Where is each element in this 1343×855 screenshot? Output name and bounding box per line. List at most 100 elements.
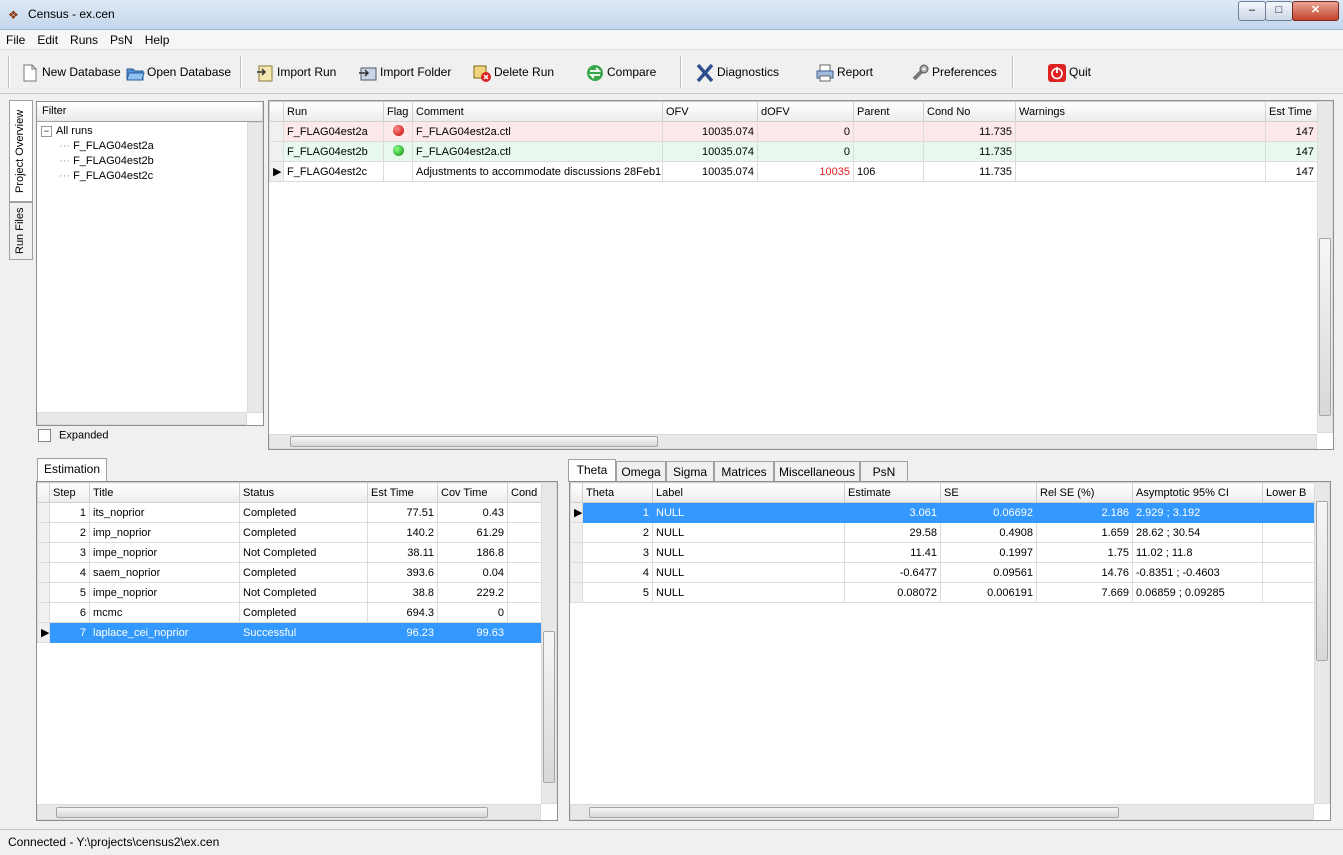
table-row[interactable]: 4 saem_noprior Completed 393.6 0.04 <box>37 562 542 583</box>
tab-estimation[interactable]: Estimation <box>37 458 107 481</box>
col-cond-no[interactable]: Cond No <box>923 101 1016 122</box>
cell-status: Completed <box>239 602 368 623</box>
menu-runs[interactable]: Runs <box>64 30 104 50</box>
tab-miscellaneous[interactable]: Miscellaneous <box>774 461 860 482</box>
toolbar: New Database Open Database Import Run Im… <box>0 50 1343 94</box>
col-estimate[interactable]: Estimate <box>844 482 941 503</box>
estimation-vscroll[interactable] <box>541 482 557 804</box>
diagnostics-button[interactable]: Diagnostics <box>695 60 779 84</box>
table-row[interactable]: 5 impe_noprior Not Completed 38.8 229.2 <box>37 582 542 603</box>
table-row[interactable]: 2 NULL 29.58 0.4908 1.659 28.62 ; 30.54 <box>570 522 1315 543</box>
tab-run-files[interactable]: Run Files <box>9 202 33 260</box>
col-est-time[interactable]: Est Time <box>1265 101 1318 122</box>
runs-vscroll-thumb[interactable] <box>1319 238 1331 416</box>
preferences-button[interactable]: Preferences <box>910 60 997 84</box>
tab-omega[interactable]: Omega <box>616 461 666 482</box>
col-theta[interactable]: Theta <box>582 482 653 503</box>
tab-psn[interactable]: PsN <box>860 461 908 482</box>
cell-ofv: 10035.074 <box>662 161 758 182</box>
table-row[interactable]: 2 imp_noprior Completed 140.2 61.29 <box>37 522 542 543</box>
new-database-button[interactable]: New Database <box>20 60 121 84</box>
estimation-vscroll-thumb[interactable] <box>543 631 555 783</box>
import-run-button[interactable]: Import Run <box>255 60 336 84</box>
theta-hscroll[interactable] <box>570 804 1314 820</box>
col-se[interactable]: SE <box>940 482 1037 503</box>
table-row[interactable]: 5 NULL 0.08072 0.006191 7.669 0.06859 ; 0.092… <box>570 582 1315 603</box>
parameter-panel: Theta Label Estimate SE Rel SE (%) Asymp… <box>569 481 1331 821</box>
cell-title: imp_noprior <box>89 522 240 543</box>
theta-vscroll-thumb[interactable] <box>1316 501 1328 661</box>
runs-hscroll[interactable] <box>269 434 1317 449</box>
tab-matrices[interactable]: Matrices <box>714 461 774 482</box>
estimation-hscroll[interactable] <box>37 804 541 820</box>
table-row-selected[interactable]: ▶ 7 laplace_cei_noprior Successful 96.23 99.6… <box>37 622 542 643</box>
runs-vscroll[interactable] <box>1317 101 1333 433</box>
collapse-icon[interactable]: − <box>41 126 52 137</box>
quit-button[interactable]: Quit <box>1047 60 1091 84</box>
delete-run-button[interactable]: Delete Run <box>472 60 554 84</box>
col-ofv[interactable]: OFV <box>662 101 758 122</box>
table-row[interactable]: ▶ F_FLAG04est2c Adjustments to accommoda… <box>269 161 1318 182</box>
table-row[interactable]: 1 its_noprior Completed 77.51 0.43 <box>37 502 542 523</box>
col-rel-se[interactable]: Rel SE (%) <box>1036 482 1133 503</box>
cell-estimate: 11.41 <box>844 542 941 563</box>
tree-item[interactable]: ··· F_FLAG04est2a <box>41 139 241 154</box>
runs-table: Run Flag Comment OFV dOFV Parent Cond No… <box>269 101 1318 182</box>
cell-label: NULL <box>652 562 845 583</box>
tab-project-overview[interactable]: Project Overview <box>9 100 33 202</box>
minimize-button[interactable]: ‒ <box>1238 1 1266 21</box>
report-button[interactable]: Report <box>815 60 873 84</box>
col-cov-time[interactable]: Cov Time <box>437 482 508 503</box>
table-row[interactable]: 3 impe_noprior Not Completed 38.11 186.8 <box>37 542 542 563</box>
col-lower-bound[interactable]: Lower B <box>1262 482 1315 503</box>
col-label[interactable]: Label <box>652 482 845 503</box>
cell-est-time: 694.3 <box>367 602 438 623</box>
filter-vscroll[interactable] <box>247 122 263 413</box>
open-database-button[interactable]: Open Database <box>125 60 231 84</box>
red-flag-icon <box>392 124 404 136</box>
cell-est-time: 147 <box>1265 121 1318 142</box>
table-row-selected[interactable]: ▶ 1 NULL 3.061 0.06692 2.186 2.929 ; 3.192 <box>570 502 1315 523</box>
table-row[interactable]: F_FLAG04est2b F_FLAG04est2a.ctl 10035.07… <box>269 141 1318 162</box>
col-run[interactable]: Run <box>283 101 384 122</box>
close-button[interactable]: ✕ <box>1292 1 1339 21</box>
col-dofv[interactable]: dOFV <box>757 101 854 122</box>
col-flag[interactable]: Flag <box>383 101 413 122</box>
maximize-button[interactable]: □ <box>1265 1 1293 21</box>
col-cond[interactable]: Cond <box>507 482 542 503</box>
table-row[interactable]: 3 NULL 11.41 0.1997 1.75 11.02 ; 11.8 <box>570 542 1315 563</box>
menu-help[interactable]: Help <box>139 30 176 50</box>
col-ci[interactable]: Asymptotic 95% CI <box>1132 482 1263 503</box>
menu-psn[interactable]: PsN <box>104 30 139 50</box>
cell-est-time: 38.11 <box>367 542 438 563</box>
col-status[interactable]: Status <box>239 482 368 503</box>
col-est-time[interactable]: Est Time <box>367 482 438 503</box>
menu-file[interactable]: File <box>0 30 31 50</box>
table-row[interactable]: F_FLAG04est2a F_FLAG04est2a.ctl 10035.07… <box>269 121 1318 142</box>
filter-hscroll[interactable] <box>37 412 247 425</box>
estimation-hscroll-thumb[interactable] <box>56 807 488 818</box>
col-parent[interactable]: Parent <box>853 101 924 122</box>
compare-button[interactable]: Compare <box>585 60 656 84</box>
table-row[interactable]: 6 mcmc Completed 694.3 0 <box>37 602 542 623</box>
cell-warnings <box>1015 121 1266 142</box>
expanded-checkbox[interactable] <box>38 429 51 442</box>
menu-edit[interactable]: Edit <box>31 30 64 50</box>
tab-sigma[interactable]: Sigma <box>666 461 714 482</box>
col-warnings[interactable]: Warnings <box>1015 101 1266 122</box>
cell-ci: -0.8351 ; -0.4603 <box>1132 562 1263 583</box>
tree-item[interactable]: ··· F_FLAG04est2c <box>41 169 241 184</box>
table-row[interactable]: 4 NULL -0.6477 0.09561 14.76 -0.8351 ; -0.460… <box>570 562 1315 583</box>
tab-theta[interactable]: Theta <box>568 459 616 482</box>
col-comment[interactable]: Comment <box>412 101 663 122</box>
tree-root[interactable]: − All runs <box>41 124 241 139</box>
theta-hscroll-thumb[interactable] <box>589 807 1119 818</box>
col-step[interactable]: Step <box>49 482 90 503</box>
import-folder-button[interactable]: Import Folder <box>358 60 451 84</box>
cell-step: 7 <box>49 622 90 643</box>
theta-vscroll[interactable] <box>1314 482 1330 804</box>
tree-item[interactable]: ··· F_FLAG04est2b <box>41 154 241 169</box>
runs-hscroll-thumb[interactable] <box>290 436 658 447</box>
cell-flag <box>383 161 413 182</box>
col-title[interactable]: Title <box>89 482 240 503</box>
